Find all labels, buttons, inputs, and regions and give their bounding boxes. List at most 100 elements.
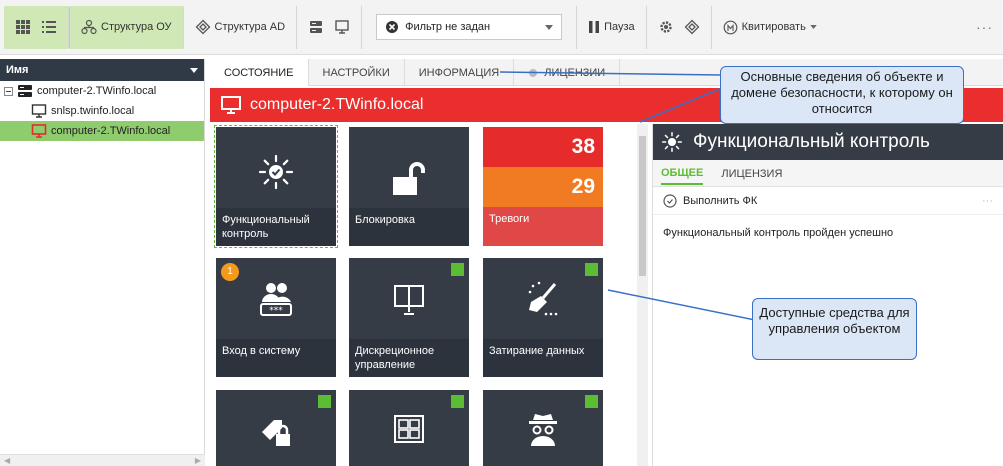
tile-lock[interactable]: Блокировка (349, 127, 469, 246)
chevron-down-icon (545, 24, 554, 30)
org-structure-icon (81, 19, 97, 35)
main-toolbar: Структура ОУ Структура AD Фильтр не зада… (0, 0, 1003, 55)
alarms-count-warning: 29 (483, 167, 603, 207)
filter-group: Фильтр не задан (362, 5, 578, 49)
computer-button[interactable] (329, 12, 355, 42)
details-title: Функциональный контроль (693, 131, 930, 152)
collapse-icon[interactable] (4, 86, 13, 96)
callout-object-info: Основные сведения об объекте и домене бе… (720, 66, 964, 124)
monitor-icon (335, 20, 349, 34)
tree-item-computer-2[interactable]: computer-2.TWinfo.local (0, 121, 204, 141)
callout-tools: Доступные средства для управления объект… (752, 298, 917, 360)
details-panel: Функциональный контроль ОБЩЕЕ ЛИЦЕНЗИЯ В… (652, 124, 1003, 466)
filter-value: Фильтр не задан (405, 21, 491, 33)
gear-icon (659, 21, 672, 33)
monitor-icon (221, 96, 241, 114)
list-view-button[interactable] (36, 12, 62, 42)
integrity-grid-icon (394, 415, 424, 443)
status-ok-indicator (451, 263, 464, 276)
run-fc-button[interactable]: Выполнить ФК ··· (653, 187, 1003, 215)
more-icon[interactable]: ··· (976, 19, 1003, 35)
tree-item-label: computer-2.TWinfo.local (37, 85, 157, 97)
scrollbar-thumb[interactable] (639, 136, 646, 276)
status-ok-indicator (585, 395, 598, 408)
acknowledge-label: Квитировать (741, 21, 806, 33)
monitor-alarm-icon (31, 124, 47, 138)
status-message: Функциональный контроль пройден успешно (663, 227, 894, 239)
run-check-icon (663, 193, 677, 208)
alarms-count-critical: 38 (483, 127, 603, 167)
chevron-down-icon (190, 67, 198, 73)
tile-label: Блокировка (349, 208, 469, 246)
object-tree: Имя computer-2.TWinfo.local snlsp.twinfo… (0, 59, 205, 466)
tiles-vertical-scrollbar[interactable] (637, 124, 648, 466)
navigate-button[interactable] (679, 12, 705, 42)
license-icon (529, 68, 538, 77)
grid-view-button[interactable] (10, 12, 36, 42)
grid-icon (16, 20, 30, 34)
server-button[interactable] (303, 12, 329, 42)
structure-ad-label: Структура AD (214, 21, 286, 33)
tree-item-label: computer-2.TWinfo.local (51, 125, 171, 137)
tile-label: Вход в систему (216, 339, 336, 377)
more-icon[interactable]: ··· (982, 195, 1003, 207)
details-header: Функциональный контроль (653, 124, 1003, 160)
functional-control-icon (258, 154, 294, 190)
server-icon (310, 21, 323, 33)
tree-item-domain[interactable]: computer-2.TWinfo.local (0, 81, 204, 101)
status-ok-indicator (451, 395, 464, 408)
settings-button[interactable] (653, 12, 679, 42)
tile-label: Функциональный контроль (216, 208, 336, 246)
tree-item-label: snlsp.twinfo.local (51, 105, 135, 117)
view-mode-group (4, 5, 69, 49)
tile-label: Затирание данных (483, 339, 603, 377)
tile-login[interactable]: 1 *** Вход в систему (216, 258, 336, 377)
scroll-right-icon[interactable]: ▶ (195, 456, 201, 465)
login-password-icon: *** (260, 283, 292, 316)
structure-group: Структура ОУ (69, 5, 184, 49)
tab-general[interactable]: ОБЩЕЕ (661, 167, 704, 185)
ad-structure-icon (195, 19, 210, 35)
tree-item-snlsp[interactable]: snlsp.twinfo.local (0, 101, 204, 121)
tile-label: Тревоги (483, 207, 603, 246)
tile-data-wipe[interactable]: Затирание данных (483, 258, 603, 377)
functional-control-icon (661, 131, 683, 153)
filter-select[interactable]: Фильтр не задан (376, 14, 563, 40)
tree-horizontal-scrollbar[interactable]: ◀ ▶ (0, 454, 205, 466)
tree-header[interactable]: Имя (0, 59, 204, 81)
spy-icon (529, 414, 557, 446)
tab-state[interactable]: СОСТОЯНИЕ (210, 59, 309, 86)
structure-ad-group: Структура AD (184, 5, 298, 49)
acknowledge-icon (723, 20, 738, 34)
monitor-icon (31, 104, 47, 118)
tab-settings[interactable]: НАСТРОЙКИ (309, 59, 405, 86)
acknowledge-button[interactable]: Квитировать (718, 12, 822, 42)
tile-integrity[interactable] (349, 390, 469, 466)
status-ok-indicator (318, 395, 331, 408)
tile-discretionary[interactable]: Дискреционное управление (349, 258, 469, 377)
pause-icon (589, 21, 600, 33)
status-ok-indicator (585, 263, 598, 276)
pause-group: Пауза (577, 5, 647, 49)
acknowledge-group: Квитировать (712, 6, 828, 49)
run-fc-label: Выполнить ФК (683, 194, 758, 207)
tools-group (647, 5, 712, 49)
svg-text:***: *** (269, 306, 283, 316)
tag-lock-icon (262, 420, 290, 446)
filter-clear-icon (386, 21, 399, 33)
tile-alarms[interactable]: 38 29 Тревоги (483, 127, 603, 246)
scroll-left-icon[interactable]: ◀ (4, 456, 10, 465)
tile-functional-control[interactable]: Функциональный контроль (214, 125, 338, 248)
unlock-icon (393, 162, 425, 195)
tab-license[interactable]: ЛИЦЕНЗИЯ (721, 168, 782, 180)
tab-info[interactable]: ИНФОРМАЦИЯ (405, 59, 515, 86)
tab-licenses[interactable]: ЛИЦЕНЗИИ (514, 59, 621, 86)
list-icon (42, 21, 56, 33)
tile-anti-spy[interactable] (483, 390, 603, 466)
tile-device-lock[interactable] (216, 390, 336, 466)
structure-ou-button[interactable]: Структура ОУ (76, 12, 177, 42)
structure-ad-button[interactable]: Структура AD (190, 12, 291, 42)
tile-label: Дискреционное управление (349, 339, 469, 377)
diamond-arrows-icon (684, 19, 700, 35)
pause-button[interactable]: Пауза (583, 12, 640, 42)
